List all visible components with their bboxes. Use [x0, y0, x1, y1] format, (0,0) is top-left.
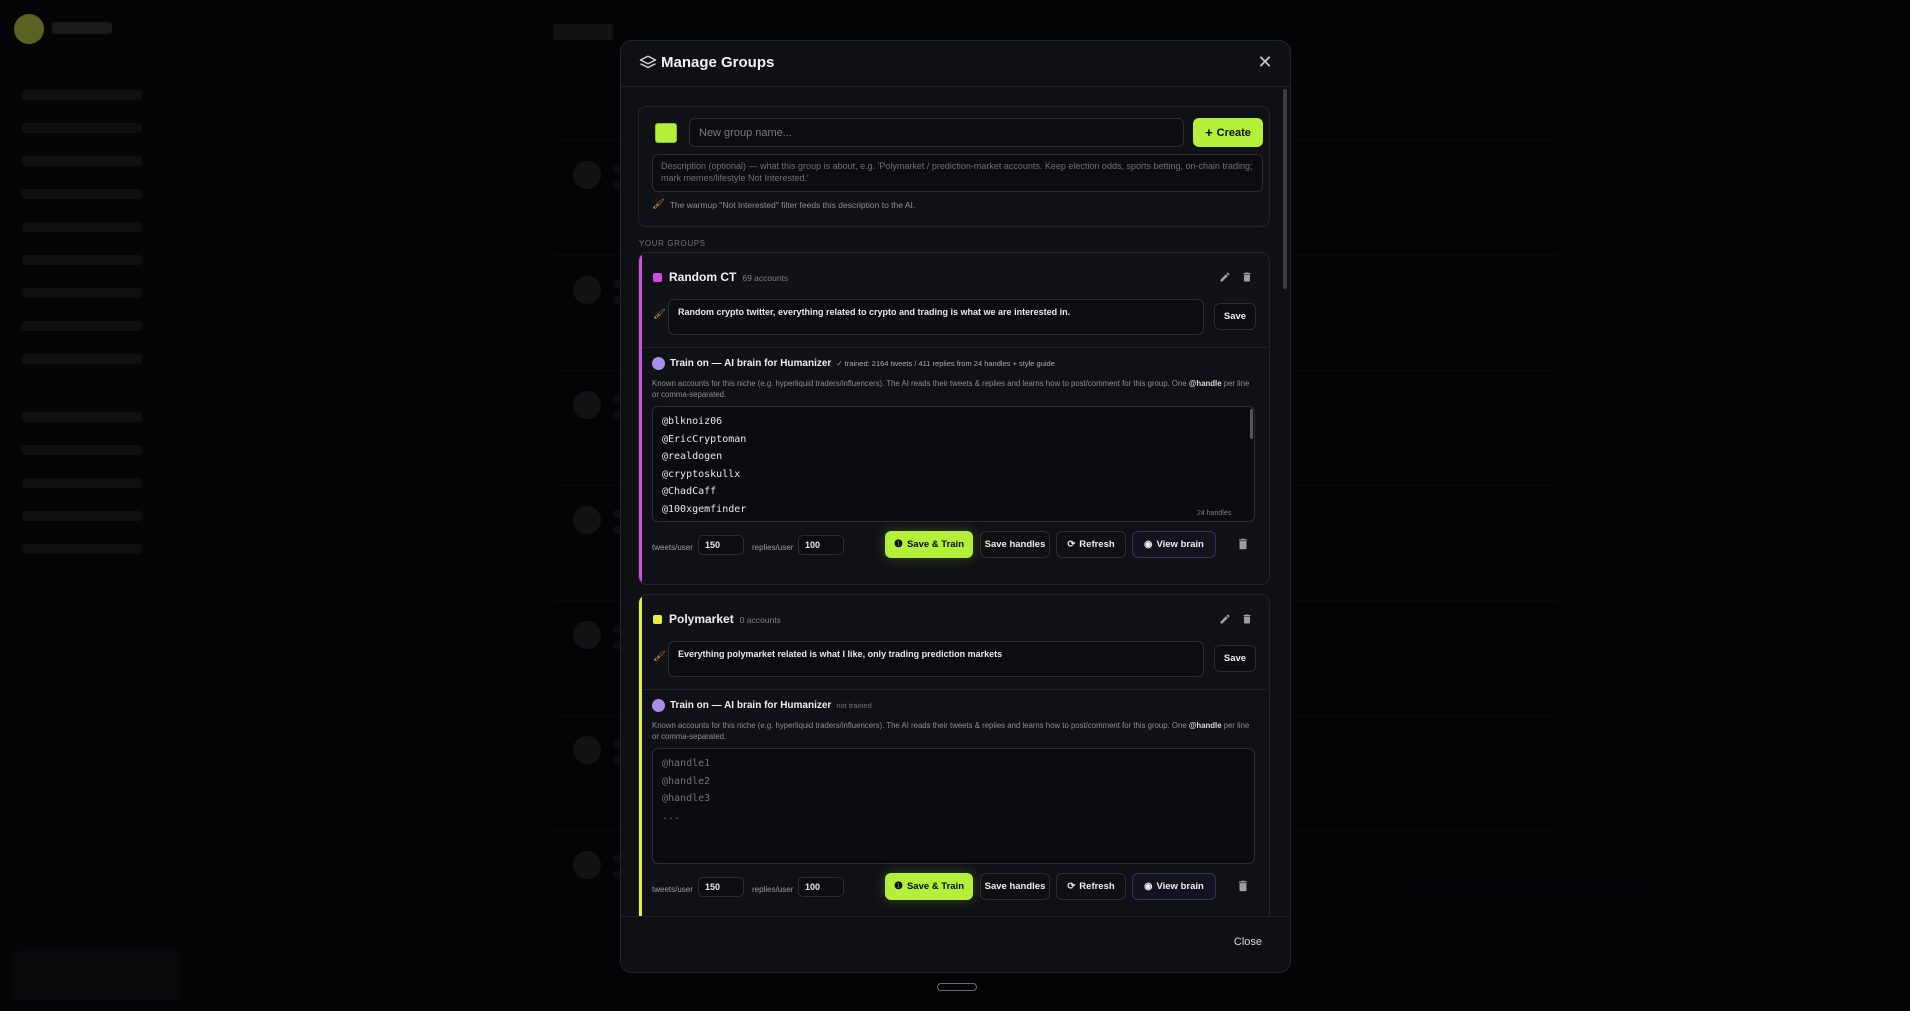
close-icon[interactable]: ✕	[1254, 51, 1276, 73]
create-label: Create	[1216, 126, 1251, 139]
modal-title: Manage Groups	[661, 54, 775, 71]
replies-per-user-label: replies/user	[752, 543, 794, 552]
create-group-button[interactable]: + Create	[1193, 118, 1263, 147]
modal-footer: Close	[621, 916, 1290, 972]
close-button[interactable]: Close	[1234, 936, 1262, 948]
group-name-input[interactable]	[689, 118, 1184, 147]
train-controls: tweets/user replies/user ❶Save & Train S…	[652, 873, 1257, 903]
modal-header: Manage Groups ✕	[621, 41, 1290, 87]
train-title: Train on — AI brain for Humanizer not tra…	[670, 700, 872, 711]
replies-per-user-label: replies/user	[752, 885, 794, 894]
trash-icon[interactable]	[1236, 537, 1250, 551]
train-title: Train on — AI brain for Humanizer ✓ train…	[670, 358, 1055, 369]
save-handles-button[interactable]: Save handles	[980, 873, 1050, 900]
save-description-button[interactable]: Save	[1214, 303, 1256, 330]
save-and-train-button[interactable]: ❶ Save & Train	[885, 873, 973, 900]
group-card: Random CT 69 accounts 🖌 Random crypto twi…	[638, 252, 1270, 585]
eye-icon: ◉	[1144, 539, 1153, 550]
group-card: Polymarket 0 accounts 🖌 Everything polyma…	[638, 594, 1270, 916]
group-description-field[interactable]: Everything polymarket related is what I …	[668, 641, 1204, 677]
section-label: YOUR GROUPS	[639, 239, 706, 248]
view-brain-button[interactable]: ◉ View brain	[1132, 873, 1216, 900]
tweets-per-user-label: tweets/user	[652, 543, 693, 552]
brain-icon	[652, 699, 665, 712]
train-section: Train on — AI brain for Humanizer not tra…	[642, 689, 1269, 916]
train-help-text: Known accounts for this niche (e.g. hype…	[652, 721, 1250, 741]
modal-body: + Create 🖌 The warmup "Not Interested" f…	[621, 88, 1290, 916]
tweets-per-user-input[interactable]	[698, 535, 744, 555]
group-description-input[interactable]	[652, 154, 1263, 192]
hint-text: The warmup "Not Interested" filter feeds…	[669, 199, 916, 210]
handles-input[interactable]: @blknoiz06 @EricCryptoman @realdogen @cr…	[652, 406, 1255, 522]
handles-scrollbar[interactable]	[1250, 409, 1253, 439]
train-status: not trained	[836, 701, 872, 710]
brain-icon	[652, 357, 665, 370]
group-color-dot	[653, 273, 662, 282]
group-account-count: 69 accounts	[742, 273, 789, 283]
brush-icon: 🖌	[652, 199, 665, 210]
tweets-per-user-label: tweets/user	[652, 885, 693, 894]
group-name: Polymarket 0 accounts	[669, 612, 781, 626]
trash-icon[interactable]	[1241, 271, 1253, 283]
train-section: Train on — AI brain for Humanizer ✓ train…	[642, 347, 1269, 584]
eye-icon: ◉	[1144, 881, 1153, 892]
train-status: ✓ trained: 2164 tweets / 411 replies fro…	[836, 359, 1055, 368]
manage-groups-modal: Manage Groups ✕ + Create 🖌 The warmup "N…	[620, 40, 1291, 973]
info-icon: ❶	[894, 881, 903, 892]
handles-input[interactable]	[652, 748, 1255, 864]
save-handles-button[interactable]: Save handles	[980, 531, 1050, 558]
brush-icon: 🖌	[653, 651, 666, 662]
brush-icon: 🖌	[653, 309, 666, 320]
view-brain-button[interactable]: ◉ View brain	[1132, 531, 1216, 558]
refresh-button[interactable]: ⟳ Refresh	[1056, 873, 1126, 900]
group-color-picker[interactable]	[655, 123, 677, 143]
create-group-card: + Create 🖌 The warmup "Not Interested" f…	[638, 106, 1270, 227]
plus-icon: +	[1205, 124, 1213, 140]
group-name: Random CT 69 accounts	[669, 270, 789, 284]
filter-hint: 🖌 The warmup "Not Interested" filter fee…	[652, 199, 915, 210]
replies-per-user-input[interactable]	[798, 535, 844, 555]
info-icon: ❶	[894, 539, 903, 550]
replies-per-user-input[interactable]	[798, 877, 844, 897]
handle-count: 24 handles	[1197, 510, 1232, 517]
edit-icon[interactable]	[1219, 271, 1231, 283]
refresh-icon: ⟳	[1067, 539, 1076, 550]
group-color-dot	[653, 615, 662, 624]
group-account-count: 0 accounts	[739, 615, 781, 625]
edit-icon[interactable]	[1219, 613, 1231, 625]
home-indicator	[937, 983, 977, 991]
tweets-per-user-input[interactable]	[698, 877, 744, 897]
save-and-train-button[interactable]: ❶ Save & Train	[885, 531, 973, 558]
layers-icon	[639, 55, 657, 69]
train-help-text: Known accounts for this niche (e.g. hype…	[652, 379, 1250, 399]
train-controls: tweets/user replies/user ❶Save & Train S…	[652, 531, 1257, 561]
trash-icon[interactable]	[1241, 613, 1253, 625]
group-description-field[interactable]: Random crypto twitter, everything relate…	[668, 299, 1204, 335]
refresh-button[interactable]: ⟳ Refresh	[1056, 531, 1126, 558]
trash-icon[interactable]	[1236, 879, 1250, 893]
save-description-button[interactable]: Save	[1214, 645, 1256, 672]
refresh-icon: ⟳	[1067, 881, 1076, 892]
